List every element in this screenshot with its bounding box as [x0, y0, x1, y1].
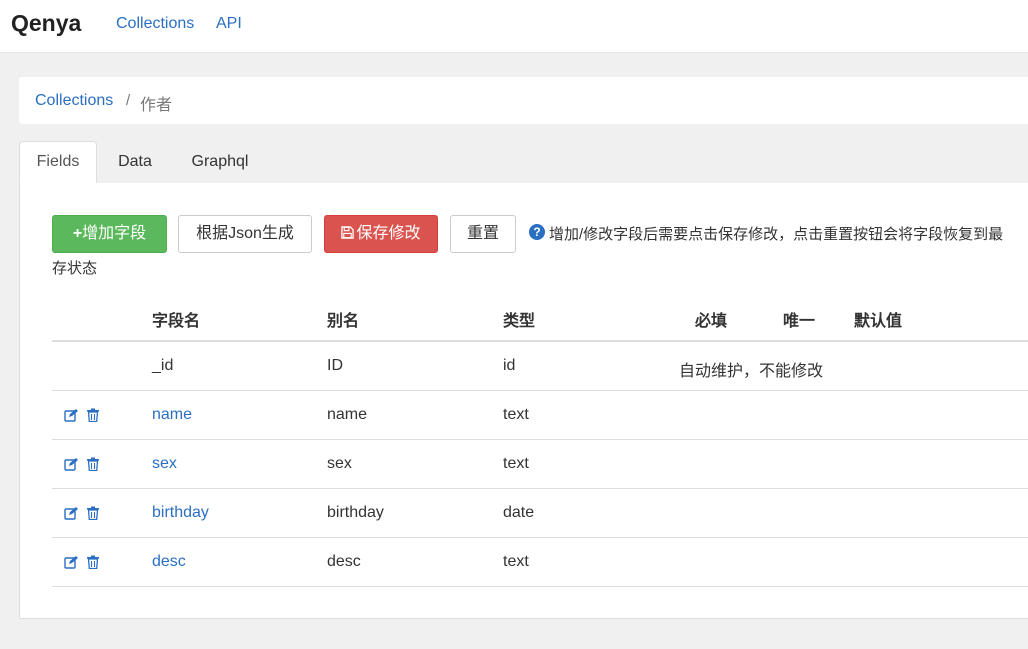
row-divider [52, 488, 1028, 489]
breadcrumb-separator: / [126, 92, 131, 109]
add-field-label: 增加字段 [82, 225, 147, 242]
nav-link-collections[interactable]: Collections [116, 15, 194, 33]
system-field-alias: ID [327, 357, 343, 374]
system-field-name: _id [152, 357, 174, 374]
nav-link-api[interactable]: API [216, 15, 242, 33]
field-alias: sex [327, 455, 352, 472]
field-alias: name [327, 406, 368, 423]
save-changes-label: 保存修改 [356, 225, 421, 242]
tab-fields[interactable]: Fields [19, 141, 97, 183]
breadcrumb-link-collections[interactable]: Collections [35, 92, 113, 110]
table-header-divider [52, 340, 1028, 342]
tab-bar: Fields Data Graphql [19, 141, 1028, 184]
trash-icon[interactable] [86, 408, 100, 422]
help-text: 增加/修改字段后需要点击保存修改，点击重置按钮会将字段恢复到最 [549, 226, 1004, 243]
edit-icon[interactable] [64, 506, 78, 520]
row-divider [52, 537, 1028, 538]
field-name-link[interactable]: name [152, 406, 192, 424]
breadcrumb-current: 作者 [140, 97, 173, 114]
system-field-type: id [503, 357, 516, 374]
field-type: text [503, 455, 529, 472]
reset-button[interactable]: 重置 [450, 215, 516, 253]
brand-logo[interactable]: Qenya [11, 10, 81, 37]
generate-from-json-button[interactable]: 根据Json生成 [178, 215, 312, 253]
tab-data[interactable]: Data [103, 141, 167, 183]
field-alias: birthday [327, 504, 384, 521]
top-navbar: Qenya Collections API [0, 0, 1028, 53]
edit-icon[interactable] [64, 555, 78, 569]
row-divider [52, 390, 1028, 391]
field-name-link[interactable]: sex [152, 455, 177, 473]
question-circle-icon: ? [529, 224, 545, 240]
plus-icon: + [72, 225, 83, 242]
system-field-note: 自动维护，不能修改 [679, 363, 824, 380]
column-header-unique: 唯一 [783, 313, 816, 330]
row-divider [52, 586, 1028, 587]
trash-icon[interactable] [86, 457, 100, 471]
trash-icon[interactable] [86, 555, 100, 569]
column-header-required: 必填 [695, 313, 728, 330]
column-header-alias: 别名 [327, 313, 360, 330]
field-type: text [503, 406, 529, 423]
field-name-link[interactable]: birthday [152, 504, 209, 522]
column-header-type: 类型 [503, 313, 536, 330]
trash-icon[interactable] [86, 506, 100, 520]
help-text-continued: 存状态 [52, 260, 98, 277]
field-type: date [503, 504, 535, 521]
field-type: text [503, 553, 529, 570]
floppy-disk-icon [341, 226, 355, 239]
field-name-link[interactable]: desc [152, 553, 186, 571]
add-field-button[interactable]: +增加字段 [52, 215, 167, 253]
field-alias: desc [327, 553, 361, 570]
edit-icon[interactable] [64, 457, 78, 471]
column-header-field-name: 字段名 [152, 313, 201, 330]
save-changes-button[interactable]: 保存修改 [324, 215, 438, 253]
column-header-default-value: 默认值 [854, 313, 903, 330]
edit-icon[interactable] [64, 408, 78, 422]
tab-graphql[interactable]: Graphql [179, 141, 261, 183]
breadcrumb: Collections / 作者 [19, 77, 1028, 124]
row-divider [52, 439, 1028, 440]
